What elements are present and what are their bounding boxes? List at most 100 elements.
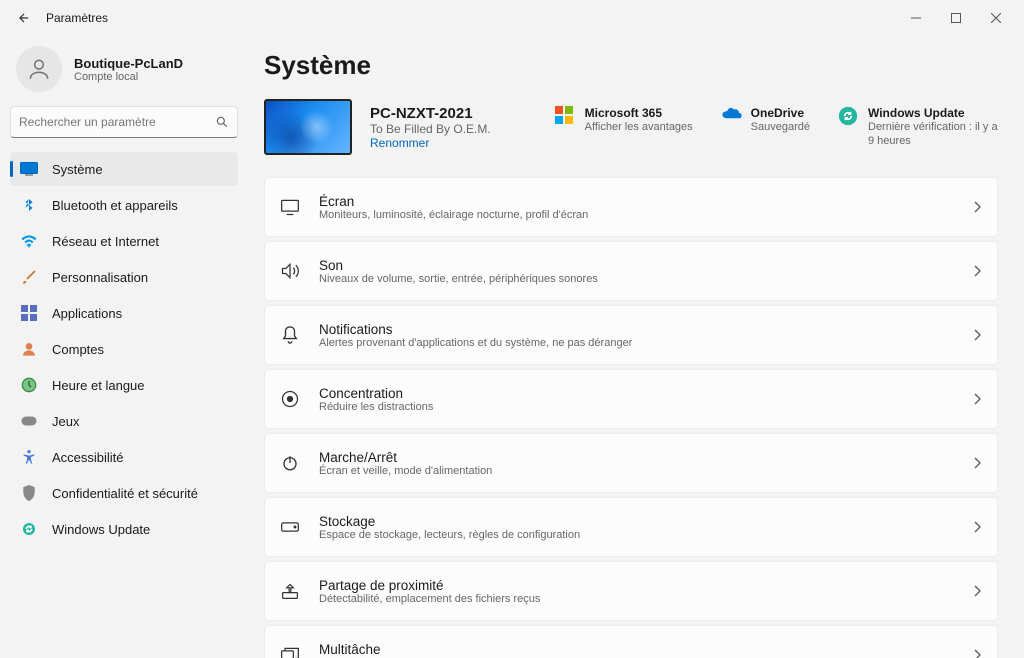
- row-display[interactable]: ÉcranMoniteurs, luminosité, éclairage no…: [264, 177, 998, 237]
- row-title: Stockage: [319, 514, 580, 529]
- nav-bluetooth[interactable]: Bluetooth et appareils: [10, 188, 238, 222]
- chevron-right-icon: [973, 265, 981, 277]
- apps-icon: [20, 304, 38, 322]
- system-header: PC-NZXT-2021 To Be Filled By O.E.M. Reno…: [264, 99, 998, 155]
- m365-icon: [555, 106, 575, 126]
- row-storage[interactable]: StockageEspace de stockage, lecteurs, rè…: [264, 497, 998, 557]
- svc-title: Windows Update: [868, 106, 998, 120]
- nav-network[interactable]: Réseau et Internet: [10, 224, 238, 258]
- nav-label: Bluetooth et appareils: [52, 198, 178, 213]
- nav-windows-update[interactable]: Windows Update: [10, 512, 238, 546]
- pc-oem: To Be Filled By O.E.M.: [370, 122, 491, 136]
- display-icon: [20, 160, 38, 178]
- maximize-button[interactable]: [936, 2, 976, 34]
- nav-gaming[interactable]: Jeux: [10, 404, 238, 438]
- nav-label: Confidentialité et sécurité: [52, 486, 198, 501]
- minimize-button[interactable]: [896, 2, 936, 34]
- user-type: Compte local: [74, 71, 183, 83]
- row-sound[interactable]: SonNiveaux de volume, sortie, entrée, pé…: [264, 241, 998, 301]
- nav-label: Heure et langue: [52, 378, 145, 393]
- sound-icon: [279, 260, 301, 282]
- page-title: Système: [264, 50, 998, 81]
- rename-link[interactable]: Renommer: [370, 136, 491, 150]
- nav-label: Comptes: [52, 342, 104, 357]
- svc-title: OneDrive: [751, 106, 810, 120]
- chevron-right-icon: [973, 329, 981, 341]
- nav-time-language[interactable]: Heure et langue: [10, 368, 238, 402]
- nav-personalization[interactable]: Personnalisation: [10, 260, 238, 294]
- row-sub: Détectabilité, emplacement des fichiers …: [319, 593, 540, 605]
- update-icon: [20, 520, 38, 538]
- row-title: Notifications: [319, 322, 632, 337]
- svc-sub: Afficher les avantages: [585, 120, 693, 134]
- avatar: [16, 46, 62, 92]
- row-title: Multitâche: [319, 642, 575, 657]
- settings-list: ÉcranMoniteurs, luminosité, éclairage no…: [264, 177, 998, 658]
- service-microsoft365[interactable]: Microsoft 365 Afficher les avantages: [555, 106, 693, 149]
- close-button[interactable]: [976, 2, 1016, 34]
- search-icon: [215, 115, 229, 129]
- row-title: Partage de proximité: [319, 578, 540, 593]
- sidebar: Boutique-PcLanD Compte local Système Blu…: [0, 36, 248, 658]
- row-power[interactable]: Marche/ArrêtÉcran et veille, mode d'alim…: [264, 433, 998, 493]
- person-icon: [20, 340, 38, 358]
- multitask-icon: [279, 644, 301, 658]
- row-multitask[interactable]: MultitâcheAncrer les fenêtres, bureaux, …: [264, 625, 998, 658]
- focus-icon: [279, 388, 301, 410]
- title-bar: Paramètres: [0, 0, 1024, 36]
- nav-label: Windows Update: [52, 522, 150, 537]
- row-sub: Moniteurs, luminosité, éclairage nocturn…: [319, 209, 588, 221]
- search-input[interactable]: [10, 106, 238, 138]
- nav-label: Personnalisation: [52, 270, 148, 285]
- row-title: Marche/Arrêt: [319, 450, 492, 465]
- back-button[interactable]: [8, 2, 40, 34]
- nav-privacy[interactable]: Confidentialité et sécurité: [10, 476, 238, 510]
- search-field[interactable]: [19, 115, 215, 129]
- gamepad-icon: [20, 412, 38, 430]
- shield-icon: [20, 484, 38, 502]
- bluetooth-icon: [20, 196, 38, 214]
- row-sub: Niveaux de volume, sortie, entrée, périp…: [319, 273, 598, 285]
- chevron-right-icon: [973, 585, 981, 597]
- nav-system[interactable]: Système: [10, 152, 238, 186]
- onedrive-icon: [721, 106, 741, 126]
- share-icon: [279, 580, 301, 602]
- nav-accessibility[interactable]: Accessibilité: [10, 440, 238, 474]
- nav-label: Applications: [52, 306, 122, 321]
- row-sub: Espace de stockage, lecteurs, règles de …: [319, 529, 580, 541]
- svc-sub: Sauvegardé: [751, 120, 810, 134]
- row-title: Concentration: [319, 386, 433, 401]
- globe-clock-icon: [20, 376, 38, 394]
- brush-icon: [20, 268, 38, 286]
- user-name: Boutique-PcLanD: [74, 56, 183, 71]
- chevron-right-icon: [973, 393, 981, 405]
- chevron-right-icon: [973, 521, 981, 533]
- nav-label: Système: [52, 162, 103, 177]
- nav-label: Réseau et Internet: [52, 234, 159, 249]
- nav-list: Système Bluetooth et appareils Réseau et…: [10, 152, 238, 546]
- row-sub: Écran et veille, mode d'alimentation: [319, 465, 492, 477]
- pc-wallpaper-thumb: [264, 99, 352, 155]
- chevron-right-icon: [973, 457, 981, 469]
- row-title: Son: [319, 258, 598, 273]
- service-windows-update[interactable]: Windows Update Dernière vérification : i…: [838, 106, 998, 149]
- storage-icon: [279, 516, 301, 538]
- main-content: Système PC-NZXT-2021 To Be Filled By O.E…: [248, 36, 1024, 658]
- chevron-right-icon: [973, 649, 981, 658]
- service-onedrive[interactable]: OneDrive Sauvegardé: [721, 106, 810, 149]
- nav-label: Jeux: [52, 414, 79, 429]
- nav-apps[interactable]: Applications: [10, 296, 238, 330]
- pc-name: PC-NZXT-2021: [370, 105, 491, 122]
- row-notifications[interactable]: NotificationsAlertes provenant d'applica…: [264, 305, 998, 365]
- power-icon: [279, 452, 301, 474]
- svc-title: Microsoft 365: [585, 106, 693, 120]
- chevron-right-icon: [973, 201, 981, 213]
- user-account[interactable]: Boutique-PcLanD Compte local: [10, 42, 238, 106]
- window-title: Paramètres: [46, 11, 108, 25]
- row-sub: Alertes provenant d'applications et du s…: [319, 337, 632, 349]
- svc-sub: Dernière vérification : il y a 9 heures: [868, 120, 998, 149]
- row-nearby-share[interactable]: Partage de proximitéDétectabilité, empla…: [264, 561, 998, 621]
- monitor-icon: [279, 196, 301, 218]
- nav-accounts[interactable]: Comptes: [10, 332, 238, 366]
- row-focus[interactable]: ConcentrationRéduire les distractions: [264, 369, 998, 429]
